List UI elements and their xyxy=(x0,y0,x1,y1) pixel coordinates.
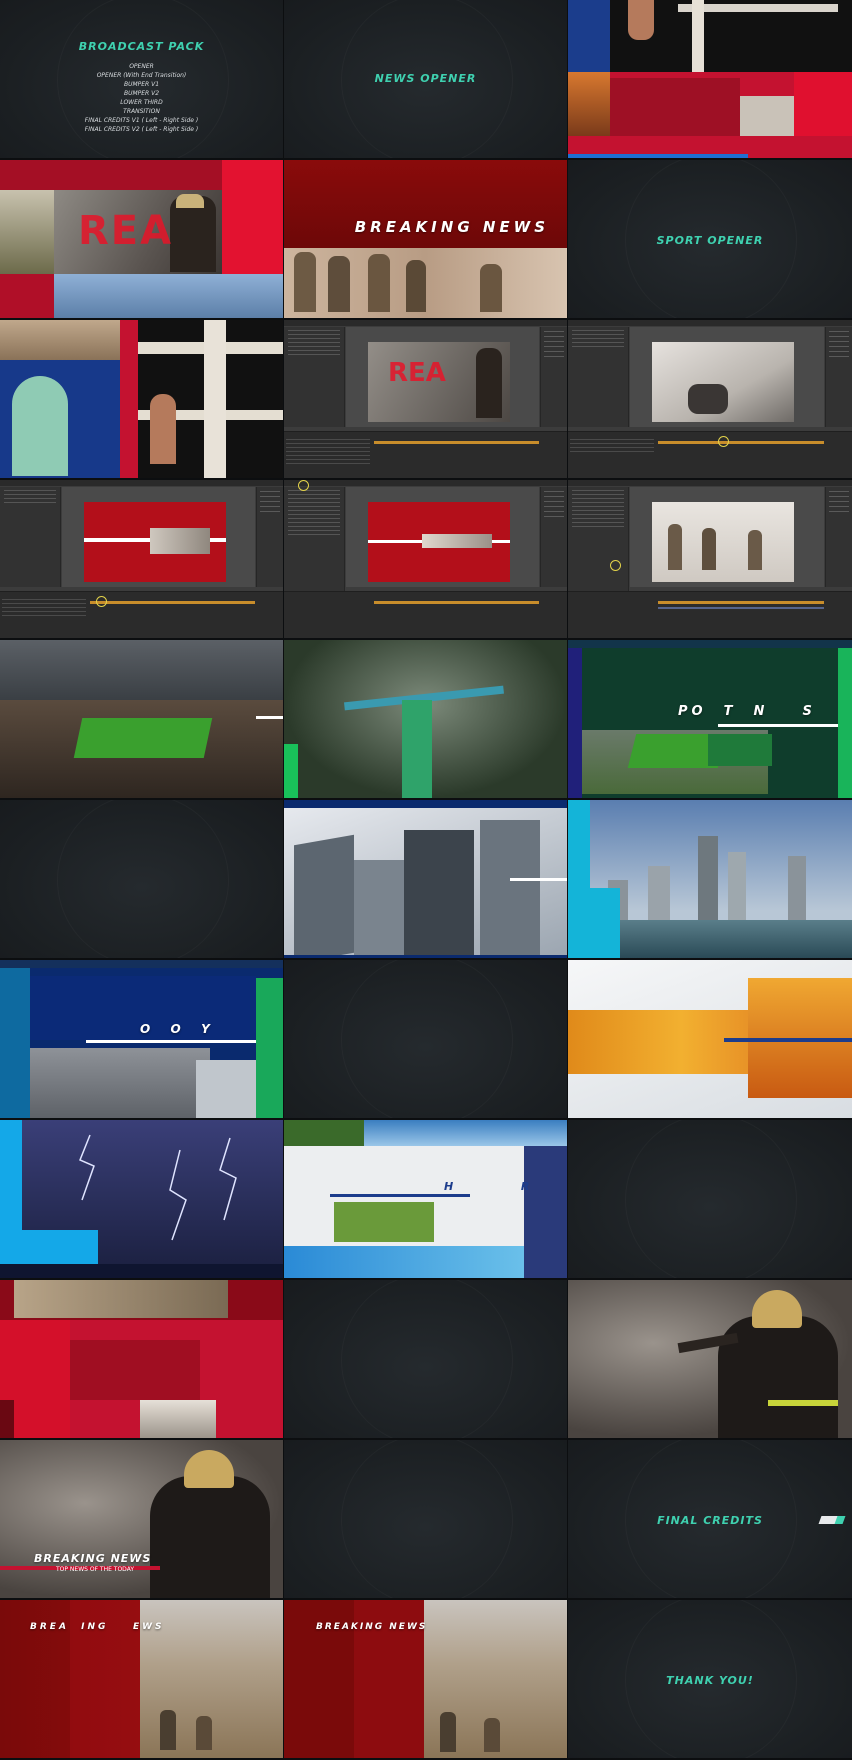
pack-item: OPENER xyxy=(129,63,154,70)
tile-ae-editor-1: REA xyxy=(284,320,567,478)
tile-lower-third: BREAKING NEWS TOP NEWS OF THE TODAY xyxy=(0,1440,283,1598)
hand-shape xyxy=(150,394,176,464)
tile-blank-5 xyxy=(284,1440,567,1598)
effects-panel xyxy=(540,487,567,587)
playhead-marker xyxy=(298,480,309,491)
pack-item: OPENER (With End Transition) xyxy=(96,72,187,79)
tile-sport-opener: SPORT OPENER xyxy=(568,160,852,318)
pack-item: LOWER THIRD xyxy=(120,99,163,106)
tile-city-skyline xyxy=(568,800,852,958)
tile-blank-3 xyxy=(568,1120,852,1278)
pack-item: TRANSITION xyxy=(123,108,160,115)
tile-firefighter xyxy=(568,1280,852,1438)
liberty-statue xyxy=(12,376,68,476)
tile-ae-editor-5 xyxy=(568,480,852,638)
pack-item: BUMPER V2 xyxy=(123,90,160,97)
preview-frame xyxy=(368,502,510,582)
tile-ae-editor-4 xyxy=(284,480,567,638)
calculator-photo xyxy=(30,1048,210,1118)
rea-big-text: REA xyxy=(388,358,446,388)
playhead-marker xyxy=(718,436,729,447)
rea-big-text: REA xyxy=(78,208,174,254)
lower-third-subtitle: TOP NEWS OF THE TODAY xyxy=(56,1566,135,1573)
pack-item: BUMPER V1 xyxy=(123,81,160,88)
effects-panel xyxy=(256,487,283,587)
helicopter-photo xyxy=(54,274,283,318)
tile-blank-4 xyxy=(284,1280,567,1438)
bridge-photo xyxy=(568,72,610,136)
tile-final-credits: FINAL CREDITS xyxy=(568,1440,852,1598)
preview-grid: BROADCAST PACK OPENER OPENER (With End T… xyxy=(0,0,852,1760)
pack-item: FINAL CREDITS V1 ( Left - Right Side ) xyxy=(84,117,199,124)
thank-you-title: THANK YOU! xyxy=(666,1674,754,1687)
preview-frame xyxy=(652,342,794,422)
tile-liberty-collage xyxy=(0,320,283,478)
tile-bike xyxy=(284,640,567,798)
tile-breaking-collage: REA xyxy=(0,160,283,318)
news-opener-title: NEWS OPENER xyxy=(374,72,477,85)
project-panel xyxy=(568,327,629,427)
tile-nature-title: H R xyxy=(284,1120,567,1278)
tile-today-title: O O Y xyxy=(0,960,283,1118)
tile-ae-editor-2 xyxy=(568,320,852,478)
credits-title-v1: BREA ING EWS xyxy=(30,1622,165,1632)
tile-news-opener: NEWS OPENER xyxy=(284,0,567,158)
sport-title-text: PO T N S xyxy=(678,704,816,719)
pitch xyxy=(73,718,213,758)
timeline-panel xyxy=(284,591,567,638)
playhead-marker xyxy=(610,560,621,571)
timeline-panel xyxy=(0,591,283,638)
tile-stadium xyxy=(0,640,283,798)
tile-blank-1 xyxy=(0,800,283,958)
broadcast-pack-title: BROADCAST PACK xyxy=(78,40,205,53)
effects-panel xyxy=(825,327,852,427)
credits-title-v2: BREAKING NEWS xyxy=(316,1622,428,1632)
project-panel xyxy=(568,487,629,607)
preview-frame xyxy=(652,502,794,582)
lightning-bolts xyxy=(79,1134,237,1241)
tile-sport-title: PO T N S xyxy=(568,640,852,798)
tile-collage-bars xyxy=(568,0,852,158)
playhead-marker xyxy=(96,596,107,607)
tile-thank-you: THANK YOU! xyxy=(568,1600,852,1758)
nature-title-text: H R xyxy=(444,1180,550,1193)
tile-ae-editor-3 xyxy=(0,480,283,638)
hand-shape xyxy=(628,0,654,40)
soldiers-photo xyxy=(14,1280,228,1318)
timeline-panel xyxy=(568,591,852,638)
pack-item: FINAL CREDITS V2 ( Left - Right Side ) xyxy=(84,126,199,133)
tile-credits-v2: BREAKING NEWS xyxy=(284,1600,567,1758)
tile-buildings xyxy=(284,800,567,958)
tile-breaking-news: BREAKING NEWS xyxy=(284,160,567,318)
final-credits-title: FINAL CREDITS xyxy=(657,1514,763,1527)
lower-third-title: BREAKING NEWS xyxy=(34,1552,152,1565)
today-title-text: O O Y xyxy=(140,1022,214,1036)
broadcast-pack-list: OPENER OPENER (With End Transition) BUMP… xyxy=(0,62,283,134)
preview-frame xyxy=(84,502,226,582)
timeline-panel xyxy=(568,431,852,478)
tile-broadcast-pack: BROADCAST PACK OPENER OPENER (With End T… xyxy=(0,0,283,158)
effects-panel xyxy=(825,487,852,587)
project-panel xyxy=(0,487,61,587)
timeline-panel xyxy=(284,431,567,478)
tile-red-transition xyxy=(0,1280,283,1438)
tile-sunset xyxy=(568,960,852,1118)
project-panel xyxy=(284,327,345,427)
sport-opener-title: SPORT OPENER xyxy=(656,234,764,247)
project-panel xyxy=(284,487,345,607)
preview-frame: REA xyxy=(368,342,510,422)
tile-credits-v1: BREA ING EWS xyxy=(0,1600,283,1758)
effects-panel xyxy=(540,327,567,427)
breaking-news-title: BREAKING NEWS xyxy=(354,218,549,236)
field-photo xyxy=(0,190,54,274)
tile-blank-2 xyxy=(284,960,567,1118)
tile-lightning xyxy=(0,1120,283,1278)
